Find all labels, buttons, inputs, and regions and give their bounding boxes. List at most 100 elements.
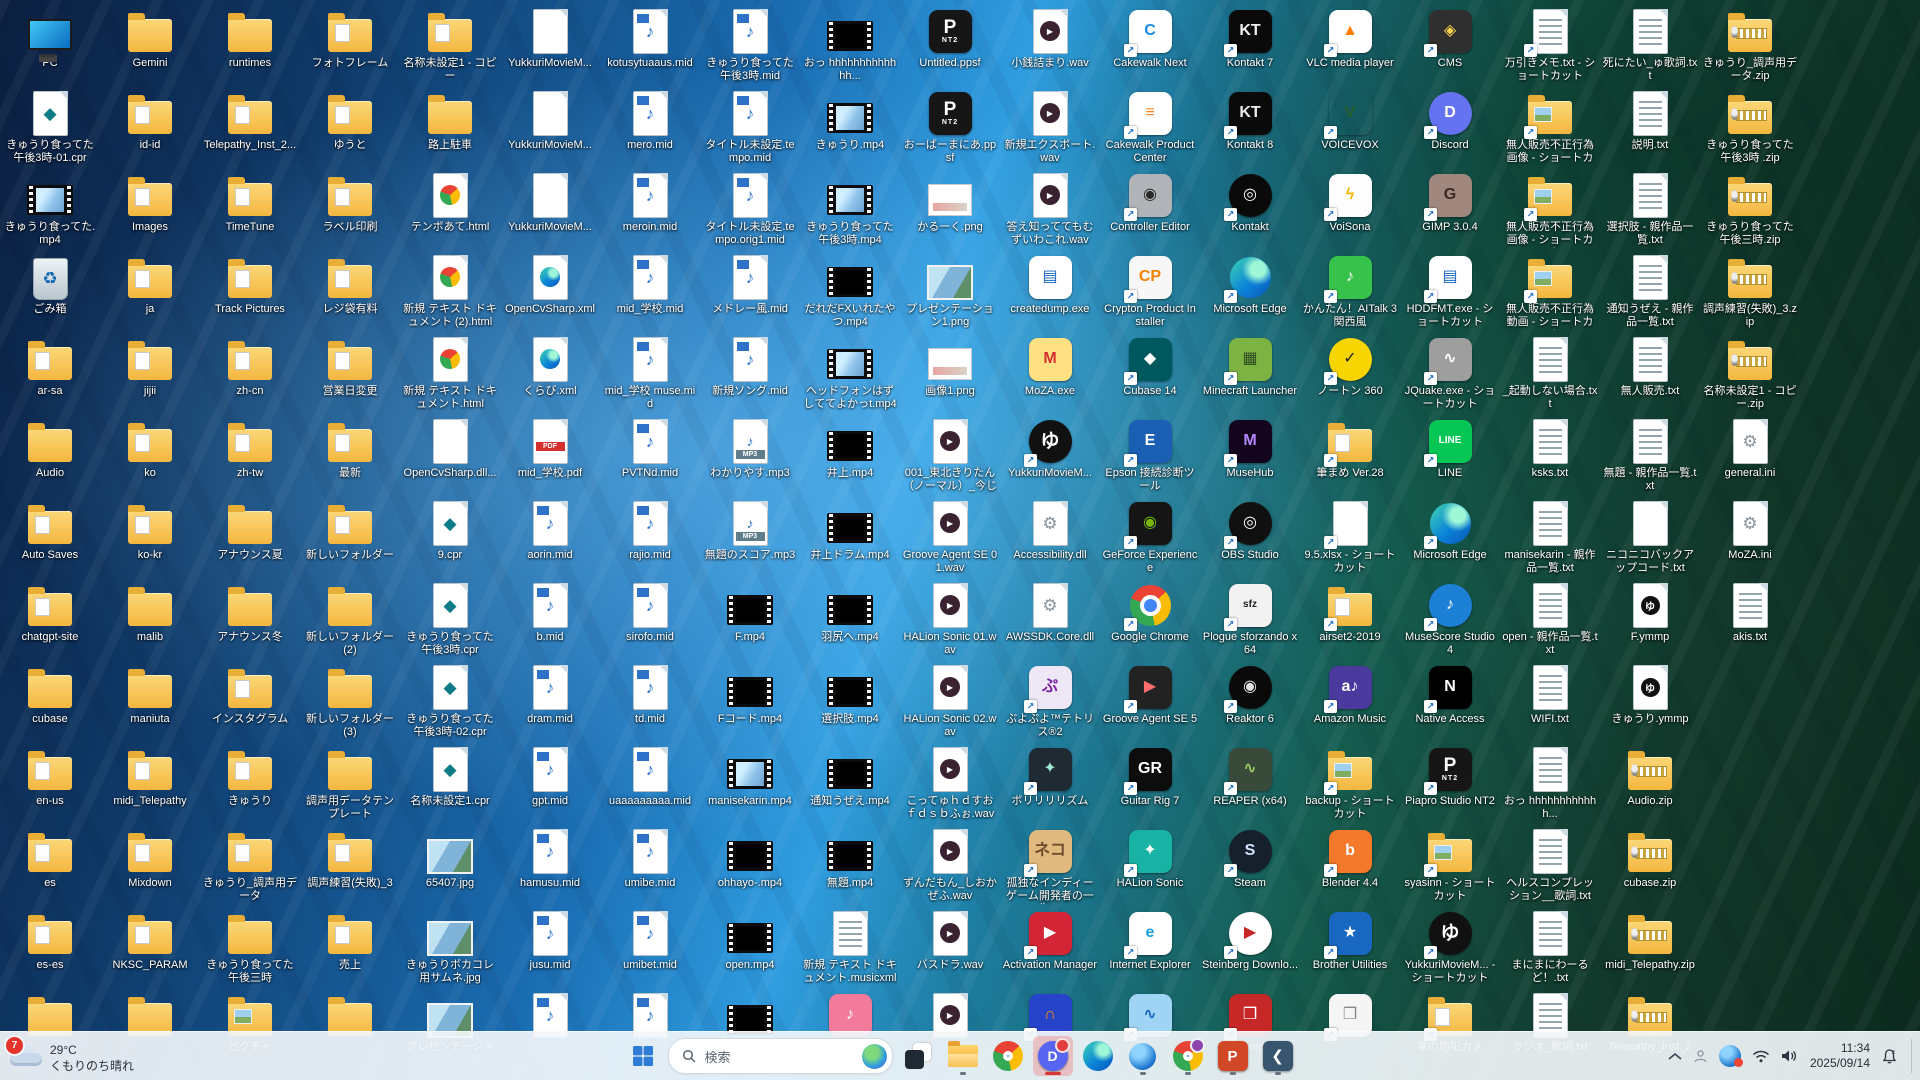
desktop-icon[interactable]: ゆF.ymmp (1605, 582, 1695, 644)
desktop-icon[interactable]: MMoZA.exe (1005, 336, 1095, 398)
desktop-icon[interactable]: YukkuriMovieM... (505, 172, 595, 234)
desktop-icon[interactable]: OpenCvSharp.dll... (405, 418, 495, 480)
desktop-icon[interactable]: きゅうり食ってた午後3時 .zip (1705, 90, 1795, 165)
desktop-icon[interactable]: runtimes (205, 8, 295, 70)
taskbar-clock[interactable]: 11:34 2025/09/14 (1810, 1041, 1870, 1071)
desktop-icon[interactable]: ♪mid_学校.mid (605, 254, 695, 316)
desktop-icon[interactable]: PDFmid_学校.pdf (505, 418, 595, 480)
taskbar-edge-button[interactable] (1078, 1036, 1118, 1076)
desktop-icon[interactable]: Audio (5, 418, 95, 480)
desktop-icon[interactable]: ゆ↗YukkuriMovieM... (1005, 418, 1095, 480)
desktop-icon[interactable]: es-es (5, 910, 95, 972)
desktop-icon[interactable]: YukkuriMovieM... (505, 90, 595, 152)
user-icon[interactable] (1693, 1049, 1708, 1064)
desktop-icon[interactable]: en-us (5, 746, 95, 808)
desktop-icon[interactable]: ϟ↗VoiSona (1305, 172, 1395, 234)
desktop-icon[interactable]: ◆名称未設定1.cpr (405, 746, 495, 808)
desktop-icon[interactable]: ↗9.5.xlsx - ショートカット (1305, 500, 1395, 575)
desktop-icon[interactable]: プレゼンテーション1.png (905, 254, 995, 329)
desktop-icon[interactable]: きゅうり食ってた午後3時.mp4 (805, 172, 895, 247)
desktop-icon[interactable]: ◉↗GeForce Experience (1105, 500, 1195, 575)
ime-sphere-icon[interactable] (1719, 1045, 1741, 1067)
desktop-icon[interactable]: ▦↗Minecraft Launcher (1205, 336, 1295, 398)
desktop-icon[interactable]: ↗無人販売不正行為 画像 - ショートカッ... (1505, 90, 1595, 166)
taskbar-app-sphere-button[interactable] (1123, 1036, 1163, 1076)
taskbar-powerpoint-button[interactable]: P (1213, 1036, 1253, 1076)
desktop-icon[interactable]: きゅうり食ってた.mp4 (5, 172, 95, 247)
desktop-icon[interactable]: ✦↗ポリリリリズム (1005, 746, 1095, 808)
desktop-icon[interactable]: ◆9.cpr (405, 500, 495, 562)
volume-icon[interactable] (1781, 1049, 1799, 1063)
desktop-icon[interactable]: manisekarin.mp4 (705, 746, 795, 808)
desktop-icon[interactable]: ◆きゅうり食ってた午後3時.cpr (405, 582, 495, 657)
desktop-icon[interactable]: sfz↗Plogue sforzando x64 (1205, 582, 1295, 657)
desktop-icon[interactable]: 無題.mp4 (805, 828, 895, 890)
desktop-icon[interactable]: PNT2↗Piapro Studio NT2 (1405, 746, 1495, 808)
desktop-icon[interactable]: ar-sa (5, 336, 95, 398)
desktop-icon[interactable]: ♪gpt.mid (505, 746, 595, 808)
desktop-icon[interactable]: まにまにわーるど！.txt (1505, 910, 1595, 985)
taskbar-search-box[interactable]: 検索 (668, 1038, 893, 1074)
desktop-icon[interactable]: 65407.jpg (405, 828, 495, 890)
show-desktop-button[interactable] (1911, 1039, 1912, 1073)
desktop-icon[interactable]: アナウンス冬 (205, 582, 295, 644)
desktop-icon[interactable]: きゅうり_調声用データ (205, 828, 295, 903)
desktop-icon[interactable]: PNT2Untitled.ppsf (905, 8, 995, 70)
desktop-icon[interactable]: ♪rajio.mid (605, 500, 695, 562)
desktop-icon[interactable]: ♪メドレー風.mid (705, 254, 795, 316)
desktop-icon[interactable]: ♪jusu.mid (505, 910, 595, 972)
desktop-icon[interactable]: ✓↗ノートン 360 (1305, 336, 1395, 398)
desktop-icon[interactable]: TimeTune (205, 172, 295, 234)
desktop-icon[interactable]: ↗万引きメモ.txt - ショートカット (1505, 8, 1595, 83)
desktop-icon[interactable]: きゅうり.mp4 (805, 90, 895, 152)
desktop-icon[interactable]: ▶↗Groove Agent SE 5 (1105, 664, 1195, 726)
desktop-icon[interactable]: LINE↗LINE (1405, 418, 1495, 480)
desktop-icon[interactable]: きゅうり食ってた午後三時 (205, 910, 295, 985)
desktop-icon[interactable]: Auto Saves (5, 500, 95, 562)
desktop-icon[interactable]: 新規 テキスト ドキュメント (2).html (405, 254, 495, 329)
desktop-icon[interactable]: ∿↗JQuake.exe - ショートカット (1405, 336, 1495, 411)
desktop-icon[interactable]: Telepathy_Inst_2... (205, 90, 295, 152)
desktop-icon[interactable]: ▲↗VLC media player (1305, 8, 1395, 70)
desktop-icon[interactable]: ▤↗HDDFMT.exe - ショートカット (1405, 254, 1495, 329)
desktop-icon[interactable]: Gemini (105, 8, 195, 70)
desktop-icon[interactable]: ▶HALion Sonic 01.wav (905, 582, 995, 657)
desktop-icon[interactable]: ♪sirofo.mid (605, 582, 695, 644)
desktop-icon[interactable]: ♪↗MuseScore Studio 4 (1405, 582, 1495, 657)
desktop-icon[interactable]: PC (5, 8, 95, 70)
desktop-icon[interactable]: ゆきゅうり.ymmp (1605, 664, 1695, 726)
desktop-icon[interactable]: PNT2おーばーまにあ.ppsf (905, 90, 995, 165)
desktop-icon[interactable]: きゅうり_調声用データ.zip (1705, 8, 1795, 83)
desktop-icon[interactable]: 画像1.png (905, 336, 995, 398)
desktop-icon[interactable]: インスタグラム (205, 664, 295, 726)
chevron-up-icon[interactable] (1668, 1052, 1682, 1061)
desktop-icon[interactable]: ↗筆まめ Ver.28 (1305, 418, 1395, 480)
desktop-icon[interactable]: レジ袋有料 (305, 254, 395, 316)
desktop-icon[interactable]: 無題 - 親作品一覧.txt (1605, 418, 1695, 493)
taskbar-chrome-button[interactable] (988, 1036, 1028, 1076)
desktop-icon[interactable]: ネコ↗孤独なインディーゲーム開発者の一生 ... (1005, 828, 1095, 904)
desktop-icon[interactable]: ↗無人販売不正行為 画像 - ショートカット (1505, 172, 1595, 248)
taskbar-discord-button[interactable]: D (1033, 1036, 1073, 1076)
desktop-icon[interactable]: ▶バスドラ.wav (905, 910, 995, 972)
desktop-icon[interactable]: 調声練習(失敗)_3 (305, 828, 395, 890)
desktop-icon[interactable]: 営業日変更 (305, 336, 395, 398)
desktop-icon[interactable]: 新しいフォルダー (3) (305, 664, 395, 739)
taskbar-weather-widget[interactable]: 7 29°C くもりのち晴れ (10, 1036, 134, 1074)
desktop-icon[interactable]: 選択肢 - 親作品一覧.txt (1605, 172, 1695, 247)
desktop-icon[interactable]: ≡↗Cakewalk Product Center (1105, 90, 1195, 165)
desktop-icon[interactable]: フォトフレーム (305, 8, 395, 70)
desktop-icon[interactable]: ksks.txt (1505, 418, 1595, 480)
desktop-icon[interactable]: ▶新規エクスポート.wav (1005, 90, 1095, 165)
desktop-icon[interactable]: WIFI.txt (1505, 664, 1595, 726)
desktop-icon[interactable]: ▶答え知っててもむずいわこれ.wav (1005, 172, 1095, 247)
desktop-icon[interactable]: ↗Microsoft Edge (1405, 500, 1495, 562)
desktop-icon[interactable]: 新しいフォルダー (305, 500, 395, 562)
wifi-icon[interactable] (1752, 1050, 1770, 1063)
desktop-icon[interactable]: ◆きゅうり食ってた午後3時-01.cpr (5, 90, 95, 165)
desktop-icon[interactable]: 路上駐車 (405, 90, 495, 152)
desktop-icon[interactable]: 無人販売.txt (1605, 336, 1695, 398)
desktop-icon[interactable]: ⚙MoZA.ini (1705, 500, 1795, 562)
desktop-icon[interactable]: Images (105, 172, 195, 234)
desktop-icon[interactable]: ja (105, 254, 195, 316)
